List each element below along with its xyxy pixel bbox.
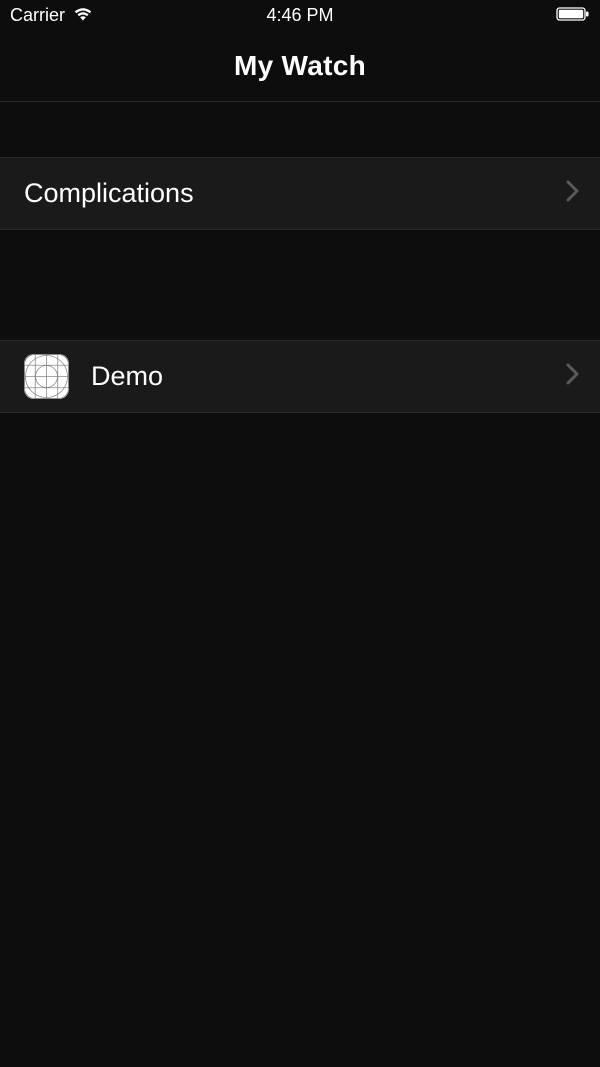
status-bar: Carrier 4:46 PM [0,0,600,30]
status-time: 4:46 PM [266,5,333,26]
chevron-right-icon [566,363,580,390]
demo-app-cell[interactable]: Demo [0,340,600,413]
carrier-label: Carrier [10,5,65,26]
battery-icon [556,5,590,26]
chevron-right-icon [566,180,580,207]
navigation-bar: My Watch [0,30,600,102]
wifi-icon [73,5,93,26]
section-spacer [0,230,600,340]
cell-label: Complications [24,178,566,209]
status-left: Carrier [10,5,93,26]
page-title: My Watch [234,50,366,82]
app-icon [24,354,69,399]
status-right [556,5,590,26]
section-spacer [0,102,600,157]
content-area: Complications [0,102,600,413]
complications-cell[interactable]: Complications [0,157,600,230]
cell-label: Demo [91,361,566,392]
